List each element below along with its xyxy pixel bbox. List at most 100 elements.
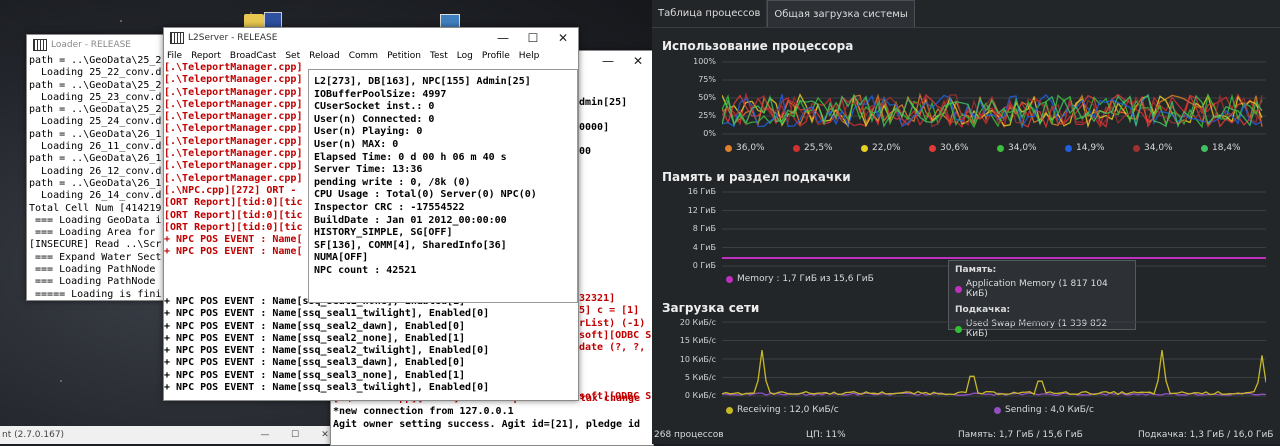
tooltip-swap-header: Подкачка:: [955, 305, 1011, 315]
loader-log-line: === Loading GeoData i: [29, 214, 162, 226]
menu-item-reload[interactable]: Reload: [309, 51, 340, 61]
console-icon: [170, 32, 184, 44]
loader-console: path = ..\GeoData\25_2 Loading 25_22_con…: [27, 55, 172, 300]
receiving-series: [722, 350, 1266, 396]
gameserver-error-line: 5] c = [1]: [579, 305, 640, 317]
sending-legend: Sending : 4,0 КиБ/с: [994, 405, 1094, 415]
minimize-icon[interactable]: —: [593, 54, 623, 68]
axis-tick-label: 12 ГиБ: [687, 205, 716, 215]
gameserver-error-line: [579, 354, 651, 366]
tab-system-load[interactable]: Общая загрузка системы: [767, 0, 915, 27]
legend-dot: [861, 144, 868, 152]
close-icon[interactable]: ✕: [548, 31, 578, 45]
tab-process-table[interactable]: Таблица процессов: [652, 0, 768, 27]
l2server-status-text: L2[273], DB[163], NPC[155] Admin[25] IOBu…: [309, 70, 577, 278]
status-line: pending write : 0, /8k (0): [314, 176, 471, 188]
axis-tick-label: 0 ГиБ: [692, 261, 716, 270]
loader-log-line: Loading 25_23_conv.d: [29, 91, 162, 103]
axis-tick-label: 20 КиБ/с: [679, 318, 716, 327]
loader-log-line: Loading 26_11_conv.d: [29, 141, 162, 153]
gameserver-error-line: [579, 379, 651, 391]
axis-tick-label: 15 КиБ/с: [679, 336, 716, 346]
maximize-icon[interactable]: ☐: [280, 430, 310, 440]
status-memory: Память: 1,7 ГиБ / 15,6 ГиБ: [958, 430, 1083, 440]
status-line: Server Time: 13:36: [314, 164, 423, 176]
close-icon[interactable]: ✕: [623, 54, 653, 68]
status-line: CUserSocket inst.: 0: [314, 101, 435, 113]
memory-title: Память и раздел подкачки: [662, 170, 851, 184]
gameserver-status-line: 0000]: [579, 121, 610, 133]
axis-tick-label: 4 ГиБ: [692, 242, 716, 252]
l2server-window[interactable]: L2Server - RELEASE — ☐ ✕ File Report Broad…: [163, 27, 579, 401]
loader-log-line: path = ..\GeoData\26_1: [29, 177, 162, 189]
loader-title: Loader - RELEASE: [51, 40, 131, 50]
l2server-npc-log: + NPC POS EVENT : Name[ssq_seal1_none], …: [164, 296, 489, 394]
menu-item-broadcast[interactable]: BroadCast: [230, 51, 276, 61]
gameserver-status-tail: dmin[25] 0000] 00: [579, 97, 627, 158]
npc-pos-event-line: + NPC POS EVENT : Name[ssq_seal3_twiligh…: [164, 382, 490, 394]
minimize-icon[interactable]: —: [488, 31, 518, 45]
receiving-text: Receiving : 12,0 КиБ/с: [737, 405, 839, 415]
l2server-log-line: [.\TeleportManager.cpp]: [164, 135, 303, 147]
status-line: BuildDate : Jan 01 2012_00:00:00: [314, 214, 507, 226]
legend-dot: [1133, 144, 1140, 152]
network-title: Загрузка сети: [662, 301, 760, 315]
legend-dot: [793, 144, 800, 152]
gameserver-error-tail: 32321] 5] c = [1] rList) (-1) soft][ODBC Sd…: [579, 293, 651, 404]
l2server-log-line: [ORT Report][tid:0][tic: [164, 209, 303, 221]
legend-dot: [1201, 144, 1208, 152]
l2server-log-line: [.\TeleportManager.cpp]: [164, 148, 303, 160]
l2server-titlebar[interactable]: L2Server - RELEASE — ☐ ✕: [164, 28, 578, 48]
maximize-icon[interactable]: ☐: [518, 31, 548, 45]
cpu-core-legend: 25,5%: [793, 143, 833, 153]
status-line: NUMA[OFF]: [314, 252, 369, 264]
menu-item-test[interactable]: Test: [430, 51, 448, 61]
menu-item-help[interactable]: Help: [519, 51, 540, 61]
loader-log-line: path = ..\GeoData\26_1: [29, 128, 162, 140]
l2server-log-line: [.\TeleportManager.cpp]: [164, 62, 303, 73]
l2server-log-line: [.\TeleportManager.cpp]: [164, 74, 303, 86]
tooltip-mem-item: Application Memory (1 817 104 КиБ): [965, 279, 1108, 299]
status-swap: Подкачка: 1,3 ГиБ / 16,0 ГиБ: [1138, 430, 1274, 440]
loader-log-line: === Expand Water Sect: [29, 251, 162, 263]
loader-window[interactable]: Loader - RELEASE path = ..\GeoData\25_2 …: [26, 34, 173, 301]
gameserver-error-line: rList) (-1): [579, 317, 646, 329]
menu-item-report[interactable]: Report: [191, 51, 221, 61]
status-line: L2[273], DB[163], NPC[155] Admin[25]: [314, 76, 531, 87]
loader-log-line: path = ..\GeoData\25_2: [29, 55, 162, 66]
axis-tick-label: 0%: [703, 129, 716, 138]
gameserver-log-line-2: *new connection from 127.0.0.1: [333, 406, 514, 417]
status-line: SF[136], COMM[4], SharedInfo[36]: [314, 239, 507, 251]
cpu-core-value: 34,0%: [1144, 143, 1173, 153]
system-tabs: Таблица процессов Общая загрузка системы: [652, 0, 1280, 28]
menu-item-file[interactable]: File: [167, 51, 182, 61]
loader-log-line: Loading 25_22_conv.d: [29, 67, 162, 79]
menu-item-petition[interactable]: Petition: [387, 51, 421, 61]
loader-titlebar[interactable]: Loader - RELEASE: [27, 35, 172, 55]
tooltip-mem-dot: [955, 285, 962, 293]
console-icon: [33, 39, 47, 51]
minimize-icon[interactable]: —: [250, 430, 280, 440]
memory-dot: [726, 275, 733, 283]
menu-item-set[interactable]: Set: [285, 51, 300, 61]
loader-log-line: === Loading Area for: [29, 227, 156, 239]
loader-log-line: path = ..\GeoData\25_2: [29, 104, 162, 116]
l2server-title: L2Server - RELEASE: [188, 33, 278, 43]
menu-item-comm[interactable]: Comm: [349, 51, 378, 61]
loader-log-line: Loading 26_12_conv.d: [29, 165, 162, 177]
npc-pos-event-line: + NPC POS EVENT : Name[ssq_seal3_dawn], …: [164, 357, 466, 369]
npc-pos-event-line: + NPC POS EVENT : Name[ssq_seal2_twiligh…: [164, 345, 490, 357]
tooltip-mem-header: Память:: [955, 265, 997, 275]
legend-dot: [929, 144, 936, 152]
axis-tick-label: 5 КиБ/с: [684, 372, 716, 382]
loader-log-line: Total Cell Num [414219: [29, 202, 162, 214]
axis-tick-label: 25%: [698, 111, 716, 120]
status-line: User(n) Connected: 0: [314, 113, 435, 125]
gameserver-log-line-3: Agit owner setting success. Agit id=[21]…: [333, 419, 641, 430]
menu-item-profile[interactable]: Profile: [482, 51, 510, 61]
bottom-window[interactable]: nt (2.7.0.167) — ☐ ✕: [0, 426, 340, 444]
menu-item-log[interactable]: Log: [457, 51, 473, 61]
system-statusbar: 268 процессов ЦП: 11% Память: 1,7 ГиБ / …: [652, 426, 1280, 444]
sending-text: Sending : 4,0 КиБ/с: [1005, 405, 1094, 415]
loader-log-line: Loading 25_24_conv.d: [29, 116, 162, 128]
